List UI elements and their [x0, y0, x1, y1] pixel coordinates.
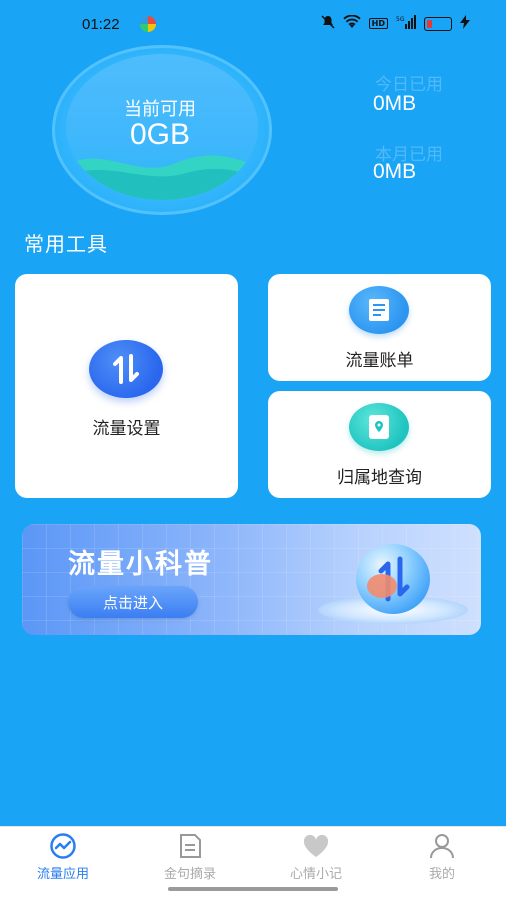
mute-bell-icon: [321, 14, 335, 33]
available-value: 0GB: [129, 118, 191, 151]
status-time: 01:22: [82, 16, 120, 33]
month-used-value: 0MB: [373, 160, 417, 183]
signal-icon: 5G: [396, 14, 416, 33]
banner-title: 流量小科普: [68, 549, 213, 580]
home-indicator[interactable]: [168, 887, 338, 891]
heart-icon: [303, 834, 329, 857]
tab-label: 金句摘录: [163, 867, 216, 882]
app-notification-icon: [140, 16, 156, 32]
hd-badge: HD: [368, 18, 388, 29]
tab-mine[interactable]: 我的: [392, 833, 492, 882]
wave-graphic: [66, 155, 258, 200]
location-query-card[interactable]: 归属地查询: [268, 391, 491, 498]
chart-icon: [50, 833, 76, 859]
tab-quotes[interactable]: 金句摘录: [140, 833, 240, 882]
charging-icon: [460, 14, 470, 33]
status-icons: HD 5G: [321, 14, 470, 33]
user-icon: [430, 834, 454, 859]
location-icon: [349, 403, 409, 451]
tab-mood-notes[interactable]: 心情小记: [266, 833, 366, 882]
tab-traffic-app[interactable]: 流量应用: [13, 833, 113, 882]
globe-land-graphic: [367, 574, 397, 598]
traffic-bill-label: 流量账单: [345, 351, 414, 371]
battery-icon: [424, 16, 452, 31]
tab-label: 我的: [428, 867, 455, 882]
document-icon: [349, 286, 409, 334]
arrows-icon: [89, 340, 163, 398]
svg-text:5G: 5G: [396, 16, 405, 23]
location-query-label: 归属地查询: [337, 468, 422, 488]
wifi-icon: [343, 14, 361, 33]
traffic-settings-label: 流量设置: [92, 419, 161, 439]
tab-label: 心情小记: [289, 867, 342, 882]
section-title: 常用工具: [24, 232, 108, 256]
tab-label: 流量应用: [36, 867, 89, 882]
today-used-value: 0MB: [373, 92, 417, 115]
science-banner[interactable]: 流量小科普 点击进入: [22, 524, 481, 635]
traffic-settings-card[interactable]: 流量设置: [15, 274, 238, 498]
enter-button[interactable]: 点击进入: [68, 586, 198, 618]
note-icon: [180, 834, 201, 858]
traffic-bill-card[interactable]: 流量账单: [268, 274, 491, 381]
status-bar: 01:22 HD 5G: [0, 0, 506, 50]
